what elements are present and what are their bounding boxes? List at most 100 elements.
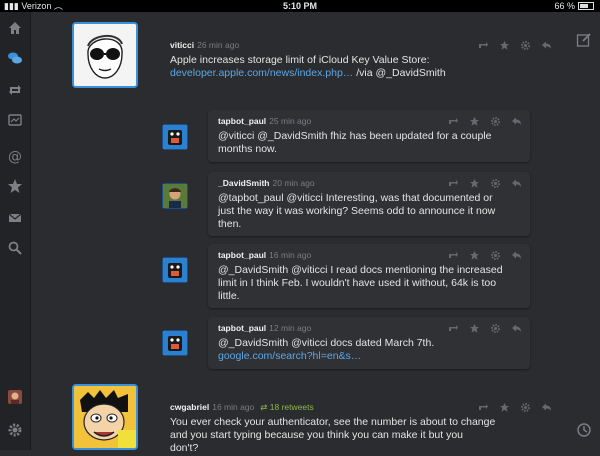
retweet-count[interactable]: ⇄ 18 retweets	[260, 402, 313, 412]
tweet-time: 16 min ago	[269, 250, 312, 260]
tweet-time: 16 min ago	[212, 402, 255, 412]
tweet-actions	[448, 114, 522, 126]
tweet-meta: tapbot_paul 16 min ago	[218, 250, 311, 260]
tweet-text-line: and you start typing because you think y…	[170, 429, 464, 441]
tweet-text-line: little.	[218, 290, 240, 302]
tweet-text-line: just the way it was working? Seems odd t…	[218, 205, 496, 217]
retweet-icon[interactable]	[448, 248, 459, 259]
tweet-text-line: limit in I think Feb. I wouldn't have us…	[218, 277, 497, 289]
tweet-text: @_DavidSmith @viticci I read docs mentio…	[218, 264, 503, 303]
messages-icon[interactable]	[7, 210, 23, 226]
tweet-actions	[478, 38, 552, 50]
favorite-star-icon[interactable]	[499, 400, 510, 412]
battery-indicator: 66 %	[554, 0, 594, 12]
tweet-meta: tapbot_paul 12 min ago	[218, 323, 311, 333]
reply-icon[interactable]	[511, 114, 522, 125]
avatar[interactable]	[162, 183, 188, 209]
gear-icon[interactable]	[490, 321, 501, 333]
tweet-text-line: Apple increases storage limit of iCloud …	[170, 54, 430, 66]
avatar[interactable]	[162, 257, 188, 283]
tweet-reply[interactable]: tapbot_paul 16 min ago @_DavidSmith @viti…	[208, 244, 530, 308]
tweet-actions	[448, 321, 522, 333]
tweet-time: 25 min ago	[269, 116, 312, 126]
avatar[interactable]	[72, 384, 138, 450]
conversations-icon[interactable]	[7, 50, 23, 66]
reply-icon[interactable]	[541, 400, 552, 411]
tweet-text-line: @viticci @_DavidSmith fhiz has been upda…	[218, 130, 492, 142]
tweet-username[interactable]: cwgabriel	[170, 402, 209, 412]
account-avatar[interactable]	[7, 389, 23, 405]
favorite-star-icon[interactable]	[469, 114, 480, 126]
tweet-reply[interactable]: _DavidSmith 20 min ago @tapbot_paul @viti…	[208, 172, 530, 236]
tweet-text: @viticci @_DavidSmith fhiz has been upda…	[218, 130, 491, 156]
tweet[interactable]: cwgabriel 16 min ago ⇄ 18 retweets You eve…	[160, 396, 551, 456]
tweet-meta: _DavidSmith 20 min ago	[218, 178, 315, 188]
retweets-icon[interactable]	[7, 82, 23, 98]
avatar[interactable]	[162, 124, 188, 150]
reply-icon[interactable]	[511, 321, 522, 332]
mentions-icon[interactable]: @	[7, 148, 23, 165]
tweet-text-line: then.	[218, 218, 242, 230]
reply-icon[interactable]	[511, 176, 522, 187]
retweet-icon[interactable]	[448, 321, 459, 332]
reply-icon[interactable]	[511, 248, 522, 259]
tweet[interactable]: viticci 26 min ago Apple increases storag…	[160, 34, 551, 94]
clock: 5:10 PM	[282, 1, 317, 11]
tweet-username[interactable]: viticci	[170, 40, 194, 50]
gear-icon[interactable]	[490, 114, 501, 126]
avatar[interactable]	[162, 330, 188, 356]
favorite-star-icon[interactable]	[469, 321, 480, 333]
battery-icon	[578, 2, 594, 10]
tweet-text-line: don't?	[170, 442, 199, 454]
tweet-username[interactable]: tapbot_paul	[218, 250, 266, 260]
tweet-link[interactable]: google.com/search?hl=en&s…	[218, 350, 434, 363]
retweet-small-icon: ⇄	[260, 402, 270, 412]
retweet-icon[interactable]	[478, 38, 489, 49]
favorite-star-icon[interactable]	[469, 248, 480, 260]
gear-icon[interactable]	[520, 38, 531, 50]
tweet-text: You ever check your authenticator, see t…	[170, 416, 495, 455]
tweet-username[interactable]: tapbot_paul	[218, 116, 266, 126]
tweet-username[interactable]: tapbot_paul	[218, 323, 266, 333]
lists-icon[interactable]	[7, 112, 23, 128]
retweet-count-label: 18 retweets	[269, 402, 314, 412]
mention-link[interactable]: @_DavidSmith	[375, 67, 445, 79]
retweet-icon[interactable]	[448, 176, 459, 187]
favorite-star-icon[interactable]	[499, 38, 510, 50]
settings-gear-icon[interactable]	[7, 422, 23, 438]
tweet-text-line: @tapbot_paul @viticci Interesting, was t…	[218, 192, 493, 204]
clock-icon[interactable]	[576, 422, 592, 438]
tweet-text-line: @_DavidSmith @viticci docs dated March 7…	[218, 337, 435, 349]
status-bar: ▮▮▮ Verizon ︵ 5:10 PM 66 %	[0, 0, 600, 12]
tweet-text: @tapbot_paul @viticci Interesting, was t…	[218, 192, 495, 231]
tweet-text-line: developer.apple.com/news/index.php… /via…	[170, 67, 446, 80]
retweet-icon[interactable]	[448, 114, 459, 125]
battery-percent: 66 %	[554, 1, 575, 11]
tweet-text: Apple increases storage limit of iCloud …	[170, 54, 446, 80]
timeline-feed: viticci 26 min ago Apple increases storag…	[30, 12, 600, 454]
tweet-reply[interactable]: tapbot_paul 12 min ago @_DavidSmith @viti…	[208, 317, 530, 369]
tweet-time: 20 min ago	[272, 178, 315, 188]
tweet-link[interactable]: developer.apple.com/news/index.php…	[170, 67, 353, 79]
tweet-actions	[448, 176, 522, 188]
tweet-actions	[478, 400, 552, 412]
tweet-text-line: months now.	[218, 143, 277, 155]
gear-icon[interactable]	[490, 176, 501, 188]
favorite-star-icon[interactable]	[469, 176, 480, 188]
search-icon[interactable]	[7, 240, 23, 256]
tweet-username[interactable]: _DavidSmith	[218, 178, 270, 188]
favorites-icon[interactable]	[7, 178, 23, 194]
compose-icon[interactable]	[576, 32, 592, 48]
svg-text:@: @	[8, 149, 22, 164]
tweet-time: 26 min ago	[197, 40, 240, 50]
tweet-text-line: You ever check your authenticator, see t…	[170, 416, 496, 428]
tweet-text: @_DavidSmith @viticci docs dated March 7…	[218, 337, 434, 363]
tweet-time: 12 min ago	[269, 323, 312, 333]
home-icon[interactable]	[7, 20, 23, 36]
retweet-icon[interactable]	[478, 400, 489, 411]
reply-icon[interactable]	[541, 38, 552, 49]
tweet-reply[interactable]: tapbot_paul 25 min ago @viticci @_DavidSm…	[208, 110, 530, 162]
avatar[interactable]	[72, 22, 138, 88]
gear-icon[interactable]	[490, 248, 501, 260]
gear-icon[interactable]	[520, 400, 531, 412]
